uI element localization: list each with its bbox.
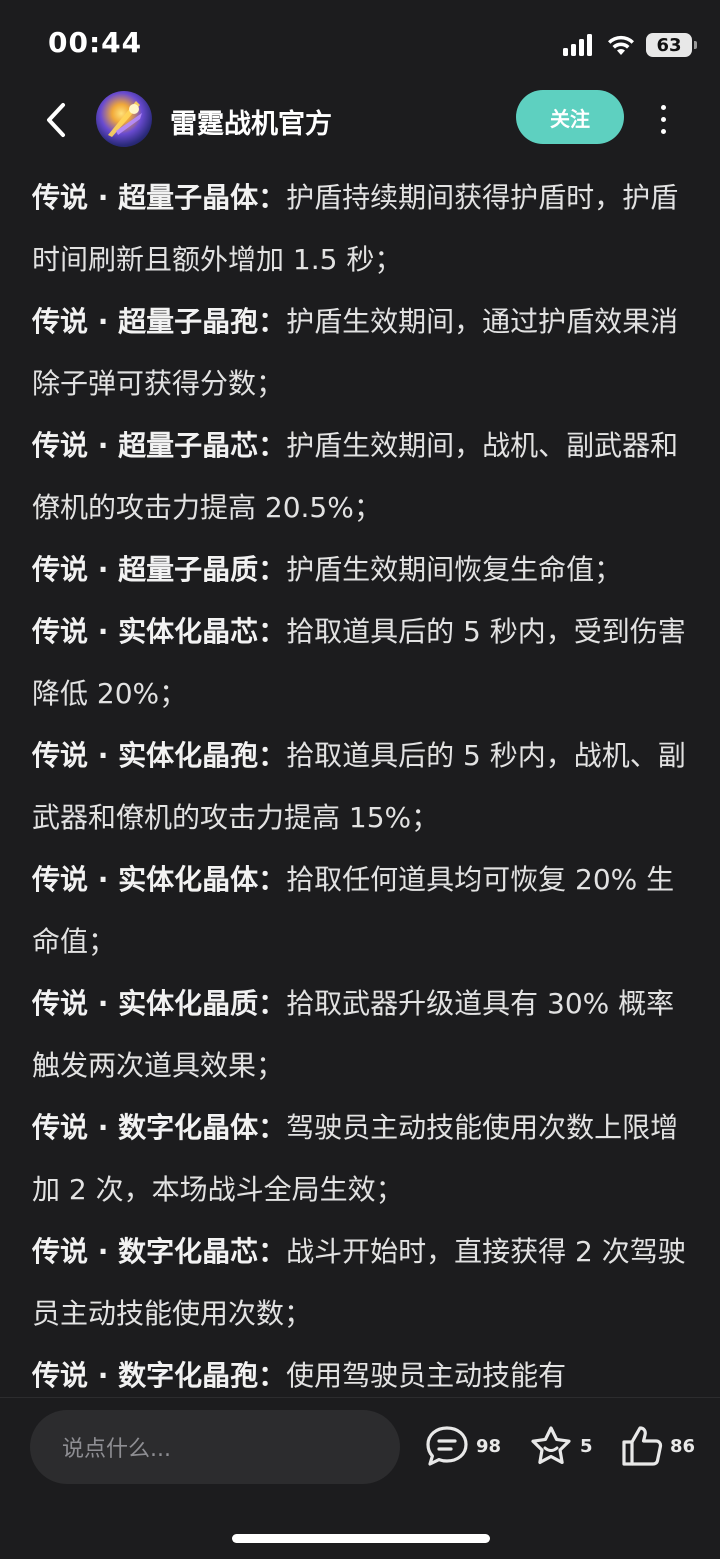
- effect-title: 传说 · 超量子晶芯：: [32, 429, 287, 462]
- effect-title: 传说 · 实体化晶体：: [32, 863, 287, 896]
- cellular-signal-icon: [563, 34, 592, 56]
- effect-item: 传说 · 超量子晶体：护盾持续期间获得护盾时，护盾时间刷新且额外增加 1.5 秒…: [32, 167, 702, 291]
- avatar-jet-icon: [108, 101, 142, 137]
- effect-title: 传说 · 数字化晶芯：: [32, 1235, 287, 1268]
- effect-item: 传说 · 实体化晶孢：拾取道具后的 5 秒内，战机、副武器和僚机的攻击力提高 1…: [32, 725, 702, 849]
- effect-item: 传说 · 实体化晶芯：拾取道具后的 5 秒内，受到伤害降低 20%；: [32, 601, 702, 725]
- wifi-icon: [608, 35, 634, 55]
- chevron-left-icon: [47, 103, 65, 137]
- status-bar: 00:44 63: [0, 0, 720, 88]
- more-dot-icon: [660, 116, 666, 122]
- effect-title: 传说 · 实体化晶孢：: [32, 739, 287, 772]
- comment-input[interactable]: 说点什么...: [30, 1410, 400, 1484]
- comment-button[interactable]: 98: [424, 1422, 501, 1470]
- battery-indicator: 63: [646, 33, 697, 57]
- effect-title: 传说 · 数字化晶孢：: [32, 1359, 287, 1392]
- app-screen: 00:44 63 雷霆战机官方 关注 传说 · 超量子晶体：护盾持续期间获得护盾…: [0, 0, 720, 1559]
- effect-text: 使用驾驶员主动技能有: [286, 1359, 567, 1392]
- like-button[interactable]: 86: [620, 1422, 695, 1470]
- effect-title: 传说 · 实体化晶芯：: [32, 615, 287, 648]
- follow-button[interactable]: 关注: [516, 90, 624, 144]
- status-time: 00:44: [48, 26, 143, 59]
- effect-item: 传说 · 数字化晶体：驾驶员主动技能使用次数上限增加 2 次，本场战斗全局生效；: [32, 1097, 702, 1221]
- effect-item: 传说 · 实体化晶质：拾取武器升级道具有 30% 概率触发两次道具效果；: [32, 973, 702, 1097]
- back-button[interactable]: [36, 98, 76, 142]
- thumbs-up-icon: [622, 1426, 663, 1466]
- channel-avatar[interactable]: [96, 91, 152, 147]
- effect-text: 护盾生效期间恢复生命值；: [286, 553, 623, 586]
- favorite-count: 5: [580, 1435, 593, 1457]
- effect-title: 传说 · 实体化晶质：: [32, 987, 287, 1020]
- effect-item: 传说 · 超量子晶质：护盾生效期间恢复生命值；: [32, 539, 702, 601]
- more-dot-icon: [660, 104, 666, 110]
- comment-icon: [426, 1426, 468, 1466]
- more-options-button[interactable]: [648, 94, 678, 144]
- more-dot-icon: [660, 128, 666, 134]
- effect-item: 传说 · 超量子晶孢：护盾生效期间，通过护盾效果消除子弹可获得分数；: [32, 291, 702, 415]
- bottom-action-bar: 说点什么... 98 5 86: [0, 1397, 720, 1559]
- effect-item: 传说 · 数字化晶孢：使用驾驶员主动技能有: [32, 1345, 702, 1397]
- star-icon: [531, 1426, 571, 1464]
- effect-item: 传说 · 超量子晶芯：护盾生效期间，战机、副武器和僚机的攻击力提高 20.5%；: [32, 415, 702, 539]
- post-header: 雷霆战机官方 关注: [0, 88, 720, 152]
- effect-title: 传说 · 数字化晶体：: [32, 1111, 287, 1144]
- home-indicator[interactable]: [232, 1534, 490, 1543]
- effect-item: 传说 · 实体化晶体：拾取任何道具均可恢复 20% 生命值；: [32, 849, 702, 973]
- channel-name[interactable]: 雷霆战机官方: [170, 102, 332, 141]
- effect-title: 传说 · 超量子晶质：: [32, 553, 287, 586]
- effect-item: 传说 · 数字化晶芯：战斗开始时，直接获得 2 次驾驶员主动技能使用次数；: [32, 1221, 702, 1345]
- favorite-button[interactable]: 5: [528, 1422, 593, 1470]
- like-count: 86: [670, 1435, 696, 1457]
- comment-count: 98: [476, 1435, 502, 1457]
- effect-title: 传说 · 超量子晶孢：: [32, 305, 287, 338]
- post-content: 传说 · 超量子晶体：护盾持续期间获得护盾时，护盾时间刷新且额外增加 1.5 秒…: [32, 167, 702, 1397]
- status-icons: 63: [562, 30, 697, 60]
- effect-title: 传说 · 超量子晶体：: [32, 181, 287, 214]
